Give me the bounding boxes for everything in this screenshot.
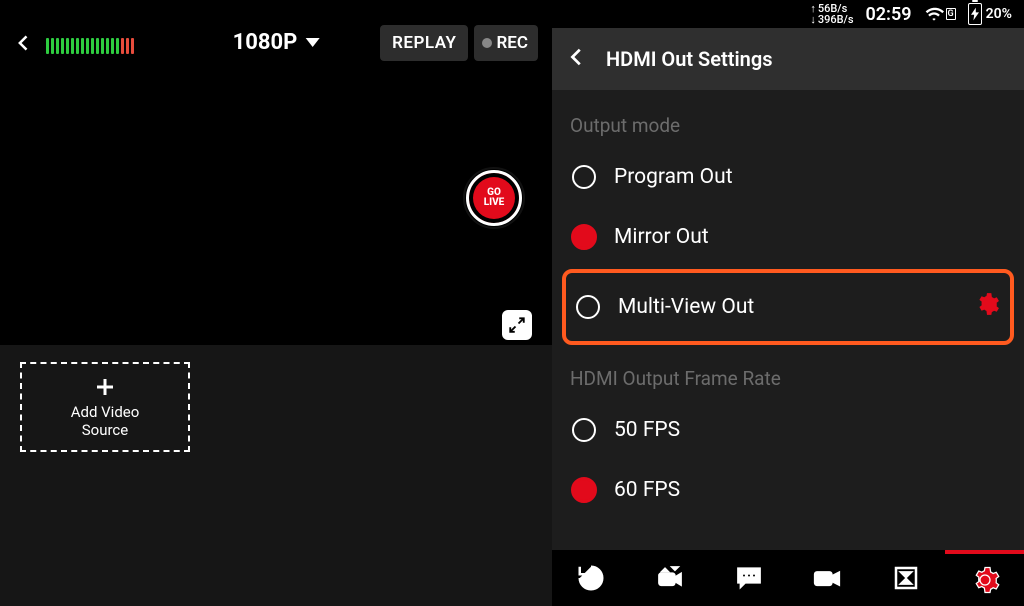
go-live-button[interactable]: GO LIVE (466, 170, 522, 226)
option-50-fps[interactable]: 50 FPS (562, 400, 1014, 460)
replay-button[interactable]: REPLAY (380, 25, 468, 61)
option-label: Multi-View Out (618, 295, 754, 319)
record-button[interactable]: REC (474, 25, 538, 61)
dock-record[interactable]: REC (788, 550, 867, 606)
option-multi-view-out[interactable]: Multi-View Out (562, 269, 1014, 345)
add-video-source-tile[interactable]: Add Video Source (20, 362, 190, 452)
resolution-dropdown[interactable]: 1080P (233, 30, 320, 55)
panel-title: HDMI Out Settings (606, 47, 772, 71)
record-label: REC (496, 33, 528, 53)
settings-panel-header: HDMI Out Settings (552, 28, 1024, 90)
android-status-bar: ↑56B/s ↓396B/s 02:59 G 20% (552, 0, 1024, 28)
audio-meter (46, 32, 134, 54)
option-label: 60 FPS (614, 478, 680, 502)
network-speed: ↑56B/s ↓396B/s (810, 3, 853, 25)
radio-icon (572, 418, 596, 442)
option-program-out[interactable]: Program Out (562, 147, 1014, 207)
radio-icon (576, 295, 600, 319)
fullscreen-button[interactable] (502, 310, 532, 340)
resolution-label: 1080P (233, 30, 298, 55)
dock-chat[interactable] (709, 550, 788, 606)
battery-indicator: 20% (968, 3, 1012, 25)
gear-icon[interactable] (974, 291, 1000, 323)
option-label: Mirror Out (614, 225, 709, 249)
option-label: Program Out (614, 165, 733, 189)
bottom-dock: REC (552, 550, 1024, 606)
go-live-line1: GO (487, 188, 501, 198)
settings-list: Output mode Program Out Mirror Out Multi… (552, 90, 1024, 550)
back-button[interactable] (10, 29, 38, 57)
option-mirror-out[interactable]: Mirror Out (562, 207, 1014, 267)
radio-icon-selected (572, 225, 596, 249)
clock: 02:59 (865, 4, 911, 25)
radio-icon-selected (572, 478, 596, 502)
option-label: 50 FPS (614, 418, 680, 442)
dock-settings[interactable] (945, 550, 1024, 606)
section-fps: HDMI Output Frame Rate (562, 347, 1014, 400)
chevron-down-icon (305, 38, 319, 47)
dock-rewind[interactable] (552, 550, 631, 606)
dock-camera-switch[interactable] (631, 550, 710, 606)
preview-pane: 1080P REPLAY REC GO LIVE Add Video Sourc… (0, 0, 552, 606)
add-video-source-label: Add Video Source (71, 403, 140, 439)
svg-text:REC: REC (819, 575, 833, 584)
option-60-fps[interactable]: 60 FPS (562, 460, 1014, 508)
panel-back-button[interactable] (566, 46, 588, 72)
section-output-mode: Output mode (562, 94, 1014, 147)
dock-hourglass[interactable] (867, 550, 946, 606)
record-dot-icon (482, 38, 492, 48)
battery-percent: 20% (986, 6, 1012, 22)
go-live-line2: LIVE (484, 198, 505, 208)
radio-icon (572, 165, 596, 189)
wifi-icon: G (924, 4, 956, 24)
wifi-badge: G (946, 8, 956, 20)
